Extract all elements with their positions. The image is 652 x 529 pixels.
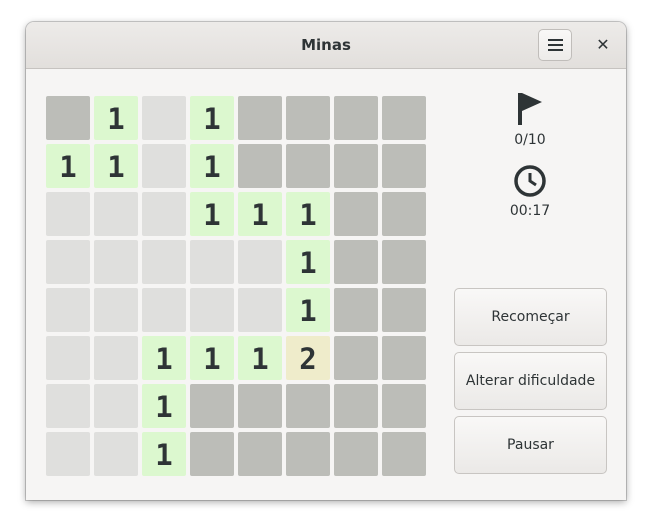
- board-cell: [46, 384, 90, 428]
- board-cell: 1: [94, 96, 138, 140]
- board-cell[interactable]: [382, 336, 426, 380]
- board-cell: 1: [142, 336, 186, 380]
- board-cell: [142, 144, 186, 188]
- board-cell: [94, 192, 138, 236]
- clock-icon: [514, 165, 546, 197]
- board-cell[interactable]: [382, 192, 426, 236]
- board-cell[interactable]: [286, 432, 330, 476]
- board-cell[interactable]: [382, 240, 426, 284]
- board-cell: [190, 240, 234, 284]
- board-cell[interactable]: [334, 96, 378, 140]
- board-cell: 1: [286, 240, 330, 284]
- change-difficulty-button[interactable]: Alterar dificuldade: [454, 352, 607, 410]
- board-cell[interactable]: [286, 144, 330, 188]
- board-cell: 1: [46, 144, 90, 188]
- board-cell: [46, 240, 90, 284]
- board-cell[interactable]: [382, 96, 426, 140]
- board-cell: [46, 336, 90, 380]
- board-cell: [238, 240, 282, 284]
- board-cell: 1: [190, 192, 234, 236]
- board-cell: [94, 432, 138, 476]
- board-cell: [142, 288, 186, 332]
- board-cell: [142, 192, 186, 236]
- menu-button[interactable]: [538, 29, 572, 61]
- board-cell[interactable]: [334, 240, 378, 284]
- board-cell[interactable]: [334, 432, 378, 476]
- board-cell: [142, 240, 186, 284]
- flag-counter: 0/10: [480, 92, 580, 148]
- board-cell[interactable]: [334, 384, 378, 428]
- board-cell: 2: [286, 336, 330, 380]
- board-cell[interactable]: [238, 96, 282, 140]
- board-cell: 1: [238, 336, 282, 380]
- board-cell[interactable]: [238, 144, 282, 188]
- elapsed-time: 00:17: [509, 203, 551, 219]
- board-cell: 1: [142, 384, 186, 428]
- board-cell[interactable]: [190, 432, 234, 476]
- board-cell: 1: [142, 432, 186, 476]
- board-cell[interactable]: [334, 336, 378, 380]
- board-cell: [142, 96, 186, 140]
- board-cell[interactable]: [334, 144, 378, 188]
- board-cell: 1: [190, 336, 234, 380]
- close-button[interactable]: ✕: [590, 29, 616, 61]
- game-window: Minas ✕ 1111111111111211 0/10 00:17 Reco…: [26, 22, 626, 500]
- timer: 00:17: [480, 164, 580, 219]
- window-title: Minas: [301, 36, 351, 54]
- board-cell: [94, 288, 138, 332]
- board-cell: [46, 288, 90, 332]
- board-cell[interactable]: [382, 384, 426, 428]
- board-cell[interactable]: [334, 288, 378, 332]
- flag-icon: [518, 93, 542, 125]
- board-cell: [94, 336, 138, 380]
- board-cell[interactable]: [238, 384, 282, 428]
- board-cell[interactable]: [382, 432, 426, 476]
- header-bar: Minas ✕: [26, 22, 626, 69]
- board-cell[interactable]: [382, 288, 426, 332]
- restart-button[interactable]: Recomeçar: [454, 288, 607, 346]
- close-icon: ✕: [596, 35, 610, 54]
- board-cell[interactable]: [190, 384, 234, 428]
- flag-count: 0/10: [514, 132, 546, 148]
- board-cell[interactable]: [286, 96, 330, 140]
- board-cell[interactable]: [46, 96, 90, 140]
- board-cell: 1: [190, 96, 234, 140]
- board-cell: 1: [286, 288, 330, 332]
- board-cell[interactable]: [334, 192, 378, 236]
- board-cell: [94, 240, 138, 284]
- board-cell[interactable]: [286, 384, 330, 428]
- pause-button[interactable]: Pausar: [454, 416, 607, 474]
- board-cell: [238, 288, 282, 332]
- board-cell: [190, 288, 234, 332]
- board-cell[interactable]: [382, 144, 426, 188]
- board-cell: 1: [94, 144, 138, 188]
- board-cell: 1: [238, 192, 282, 236]
- board-cell: 1: [286, 192, 330, 236]
- board-cell: [94, 384, 138, 428]
- board-cell: [46, 432, 90, 476]
- board-cell: [46, 192, 90, 236]
- board-cell[interactable]: [238, 432, 282, 476]
- board-cell: 1: [190, 144, 234, 188]
